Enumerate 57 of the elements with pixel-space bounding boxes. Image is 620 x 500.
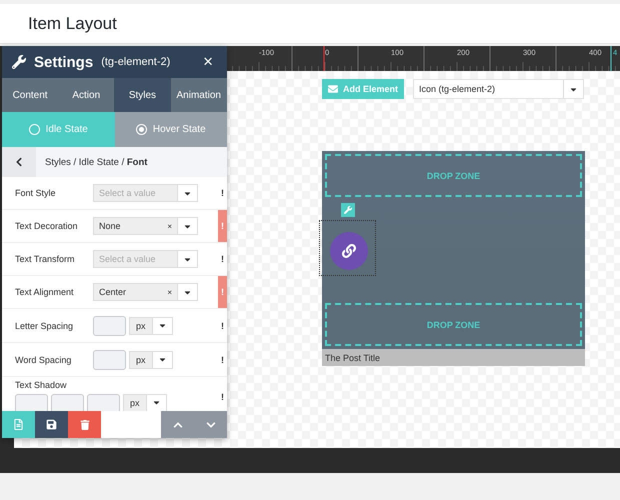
post-title: The Post Title — [322, 349, 585, 366]
close-button[interactable]: × — [199, 52, 217, 72]
wrench-icon — [12, 55, 26, 69]
caret-icon — [177, 284, 197, 300]
element-select[interactable]: Icon (tg-element-2) — [413, 79, 584, 99]
number-field[interactable] — [93, 350, 126, 370]
field-label: Font Style — [15, 188, 57, 198]
important-toggle[interactable]: ! — [218, 309, 227, 342]
clear-icon[interactable]: × — [167, 288, 177, 296]
delete-button[interactable] — [68, 411, 101, 438]
caret-icon — [152, 318, 172, 334]
move-down-button[interactable] — [194, 411, 227, 438]
caret-icon — [177, 251, 197, 267]
number-field[interactable] — [51, 394, 84, 411]
unit-select[interactable]: px — [129, 316, 173, 334]
number-field[interactable] — [87, 394, 120, 411]
field-label: Text Alignment — [15, 287, 75, 297]
move-up-button[interactable] — [161, 411, 194, 438]
important-toggle[interactable]: ! — [218, 243, 227, 275]
number-field[interactable] — [93, 316, 126, 336]
caret-icon — [177, 185, 197, 201]
important-toggle[interactable]: ! — [218, 177, 227, 209]
clear-icon[interactable]: × — [167, 222, 177, 230]
element-id: (tg-element-2) — [101, 56, 172, 68]
tab[interactable]: Animation — [170, 78, 227, 112]
link-icon[interactable] — [330, 232, 368, 270]
field-label: Text Transform — [15, 254, 76, 264]
trash-icon — [80, 420, 90, 430]
save-button[interactable] — [35, 411, 68, 438]
important-toggle[interactable]: ! — [218, 377, 227, 411]
unit-select[interactable]: px — [129, 350, 173, 368]
number-field[interactable] — [15, 394, 48, 411]
drop-zone: DROP ZONE — [325, 303, 582, 346]
caret-icon — [177, 218, 197, 234]
field-label: Word Spacing — [15, 354, 72, 364]
breadcrumb: Styles / Idle State / Font — [44, 156, 148, 168]
select-field[interactable]: None × — [93, 217, 198, 235]
wrench-icon[interactable] — [341, 203, 355, 217]
back-button[interactable] — [2, 147, 36, 177]
unit-select[interactable]: px — [123, 394, 167, 411]
envelope-icon — [328, 84, 338, 94]
field-label: Text Shadow — [15, 380, 68, 390]
chevron-down-icon — [206, 420, 216, 430]
select-field[interactable]: Center × — [93, 283, 198, 301]
field-label: Text Decoration — [15, 221, 79, 231]
chevron-left-icon — [14, 157, 24, 167]
tab[interactable]: Action — [58, 78, 114, 112]
tab[interactable]: Styles — [114, 78, 171, 112]
tab[interactable]: Content — [2, 78, 58, 112]
important-toggle[interactable]: ! — [218, 343, 227, 376]
document-icon — [13, 419, 24, 430]
page-title: Item Layout — [28, 14, 117, 34]
caret-icon — [152, 352, 172, 368]
panel-title: Settings — [34, 54, 94, 70]
chevron-up-icon — [172, 420, 182, 430]
drop-zone: DROP ZONE — [325, 154, 582, 197]
field-label: Letter Spacing — [15, 320, 74, 330]
